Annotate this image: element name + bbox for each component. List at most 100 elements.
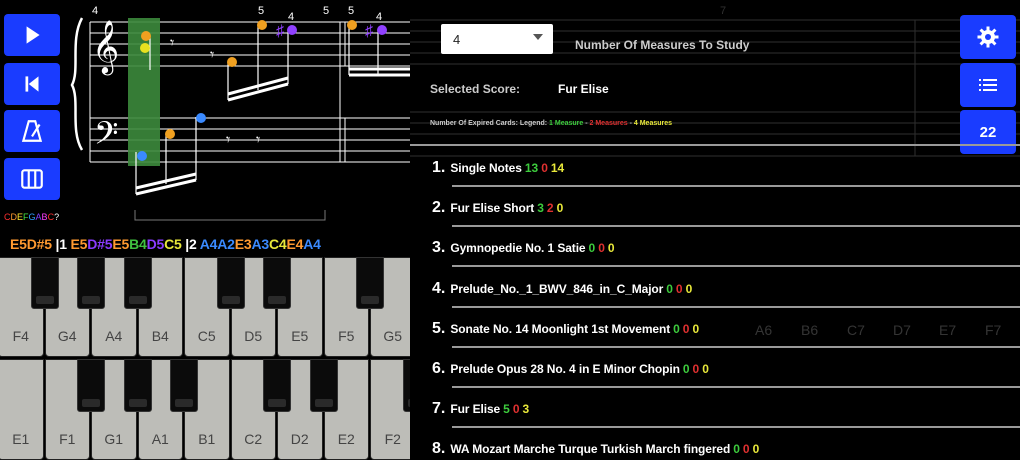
piano-black-key[interactable] — [216, 257, 245, 309]
piano-black-key[interactable] — [170, 359, 198, 412]
two-measures-count: 0 — [742, 442, 750, 457]
svg-text:𝄾: 𝄾 — [256, 132, 260, 149]
row-divider — [452, 185, 1020, 187]
sequence-note: B4 — [129, 236, 147, 252]
sequence-note: E5 — [70, 236, 88, 252]
piano-key-label: D2 — [290, 431, 309, 447]
piano-key-e1[interactable]: E1 — [0, 359, 44, 460]
piano-key-label: G5 — [383, 328, 403, 344]
svg-text:5: 5 — [348, 5, 354, 17]
piano-black-key[interactable] — [123, 359, 152, 412]
two-measures-count: 0 — [512, 402, 520, 417]
score-title: Sonate No. 14 Moonlight 1st Movement — [450, 321, 671, 336]
keyboard-icon — [21, 169, 43, 189]
expired-cards-legend: Number Of Expired Cards: Legend: 1 Measu… — [430, 120, 672, 127]
score-list-item[interactable]: 6. Prelude Opus 28 No. 4 in E Minor Chopi… — [428, 356, 1020, 396]
piano-black-key[interactable] — [30, 257, 59, 309]
sequence-note: C4 — [268, 236, 287, 252]
piano-black-key[interactable] — [263, 257, 291, 309]
legend-part: 4 Measures — [633, 120, 673, 127]
piano-key-label: E1 — [12, 431, 30, 447]
row-divider — [452, 305, 1020, 308]
piano-key-label: F5 — [338, 328, 355, 344]
row-divider — [452, 385, 1020, 388]
piano-key-label: D5 — [244, 328, 263, 344]
list-icon — [979, 79, 997, 91]
piano-black-key[interactable] — [402, 359, 410, 412]
row-divider — [452, 426, 1020, 429]
metronome-button[interactable] — [4, 110, 60, 152]
score-title: WA Mozart Marche Turque Turkish March fi… — [450, 442, 731, 457]
score-list: 1. Single Notes 13 0 14 2. Fur Elise Short 3 2 0 3… — [428, 155, 1020, 460]
settings-button[interactable] — [960, 15, 1016, 59]
svg-text:7: 7 — [720, 5, 726, 17]
list-button[interactable] — [960, 63, 1016, 107]
sequence-note: A4 — [303, 236, 321, 252]
piano-black-key[interactable] — [263, 359, 291, 412]
score-title: Fur Elise — [450, 402, 501, 417]
one-measure-count: 0 — [588, 241, 596, 256]
measures-select-value: 4 — [453, 32, 461, 47]
svg-text:5: 5 — [258, 5, 264, 17]
staff-image: 𝄞 𝄢 4 5 4 5 5 4 𝄾 𝄾 ♯ ♯ 𝄾 𝄾 — [60, 0, 410, 230]
divider — [410, 144, 1020, 146]
sequence-note: D#5 — [87, 236, 113, 252]
sheet-music: 𝄞 𝄢 4 5 4 5 5 4 𝄾 𝄾 ♯ ♯ 𝄾 𝄾 — [60, 0, 410, 230]
piano-black-key[interactable] — [356, 257, 384, 309]
score-list-item[interactable]: 5. Sonate No. 14 Moonlight 1st Movement 0 0… — [428, 316, 1020, 356]
chevron-down-icon — [533, 34, 543, 40]
one-measure-count: 3 — [537, 201, 544, 216]
svg-text:𝄢: 𝄢 — [94, 115, 118, 159]
score-list-item[interactable]: 1. Single Notes 13 0 14 — [428, 155, 1020, 195]
row-divider — [452, 225, 1020, 228]
piano-black-key[interactable] — [309, 359, 338, 412]
piano-black-key[interactable] — [123, 257, 152, 309]
score-list-item[interactable]: 4. Prelude_No._1_BWV_846_in_C_Major 0 0 0 — [428, 276, 1020, 316]
selected-score-label: Selected Score: — [430, 82, 521, 96]
piano-key-label: F4 — [12, 328, 29, 344]
piano-keyboard[interactable]: F4 G4 A4 B4 C5 D5 E5 F5 G5 E1 F1 G1 A1 B1 C2 D2 E2 F2 — [0, 257, 410, 460]
four-measures-count: 0 — [685, 281, 693, 296]
piano-black-key[interactable] — [77, 359, 105, 412]
keyboard-button[interactable] — [4, 158, 60, 200]
two-measures-count: 0 — [692, 361, 700, 376]
four-measures-count: 3 — [522, 402, 530, 417]
sequence-note: E5 — [112, 236, 130, 252]
four-measures-count: 0 — [556, 201, 564, 216]
score-list-item[interactable]: 8. WA Mozart Marche Turque Turkish March … — [428, 436, 1020, 460]
score-number: 8. — [432, 440, 446, 458]
one-measure-count: 0 — [733, 442, 740, 457]
score-list-item[interactable]: 7. Fur Elise 5 0 3 — [428, 396, 1020, 436]
sequence-note: D#5 — [26, 236, 52, 252]
two-measures-count: 0 — [675, 281, 683, 296]
score-title: Gymnopedie No. 1 Satie — [450, 241, 586, 256]
svg-text:4: 4 — [376, 11, 382, 23]
practice-pane: CDEFGABC? 𝄞 𝄢 4 5 4 5 5 4 𝄾 𝄾 ♯ ♯ 𝄾 𝄾 E5… — [0, 0, 410, 460]
cards-count-button[interactable]: 22 — [960, 110, 1016, 154]
sequence-note: E5 — [10, 236, 27, 252]
svg-text:4: 4 — [288, 11, 294, 23]
one-measure-count: 0 — [666, 281, 673, 296]
sequence-note: A2 — [217, 236, 235, 252]
score-number: 2. — [432, 199, 446, 217]
score-title: Prelude Opus 28 No. 4 in E Minor Chopin — [450, 361, 680, 376]
score-list-item[interactable]: 3. Gymnopedie No. 1 Satie 0 0 0 — [428, 235, 1020, 275]
score-title: Fur Elise Short — [450, 201, 535, 216]
score-number: 7. — [432, 400, 446, 418]
piano-key-label: G1 — [104, 431, 124, 447]
restart-button[interactable] — [4, 63, 60, 105]
piano-key-label: B1 — [198, 431, 216, 447]
piano-key-label: A1 — [151, 431, 169, 447]
gear-icon — [977, 26, 999, 48]
sequence-note: |2 — [181, 236, 200, 252]
sequence-note: D5 — [146, 236, 165, 252]
svg-text:5: 5 — [323, 5, 329, 17]
sequence-note: |1 — [51, 236, 71, 252]
sequence-note: A3 — [251, 236, 269, 252]
score-list-item[interactable]: 2. Fur Elise Short 3 2 0 — [428, 195, 1020, 235]
measures-select[interactable]: 4 — [441, 24, 553, 54]
play-button[interactable] — [4, 14, 60, 56]
piano-key-label: G4 — [57, 328, 77, 344]
four-measures-count: 0 — [752, 442, 760, 457]
piano-black-key[interactable] — [77, 257, 105, 309]
